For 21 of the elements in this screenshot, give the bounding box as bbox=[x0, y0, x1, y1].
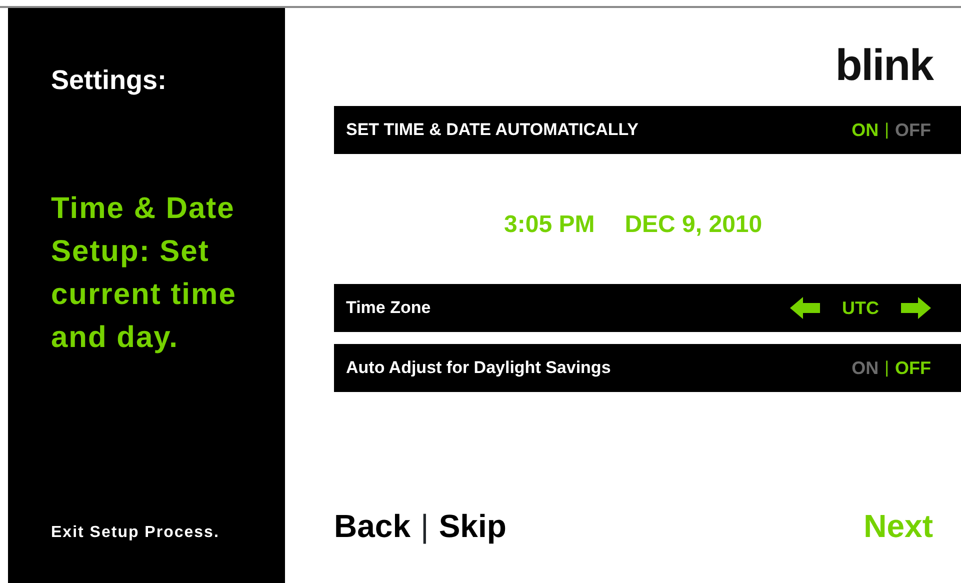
toggle-option[interactable]: OFF bbox=[895, 116, 931, 144]
sidebar-title: Settings: bbox=[51, 64, 168, 97]
brand-logo: blink bbox=[835, 44, 933, 88]
exit-setup-link[interactable]: Exit Setup Process. bbox=[51, 521, 285, 545]
skip-button[interactable]: Skip bbox=[438, 502, 506, 550]
toggle-option[interactable]: ON bbox=[852, 354, 879, 382]
step-description: Time & Date Setup: Set current time and day. bbox=[51, 190, 238, 356]
right-arrow-icon[interactable] bbox=[901, 297, 931, 319]
timezone-value: UTC bbox=[842, 296, 879, 320]
current-time: 3:05 PM bbox=[504, 210, 595, 240]
separator: | bbox=[420, 507, 429, 546]
toggle-option[interactable]: ON bbox=[852, 116, 879, 144]
toggle-separator: | bbox=[884, 119, 889, 142]
toggle-option[interactable]: OFF bbox=[895, 354, 931, 382]
current-date: DEC 9, 2010 bbox=[624, 210, 762, 240]
setting-label: Auto Adjust for Daylight Savings bbox=[346, 357, 611, 380]
setting-label: Time Zone bbox=[346, 297, 431, 320]
left-arrow-icon[interactable] bbox=[790, 297, 820, 319]
setting-label: SET TIME & DATE AUTOMATICALLY bbox=[346, 119, 638, 142]
toggle-separator: | bbox=[884, 357, 889, 380]
back-button[interactable]: Back bbox=[334, 502, 410, 550]
